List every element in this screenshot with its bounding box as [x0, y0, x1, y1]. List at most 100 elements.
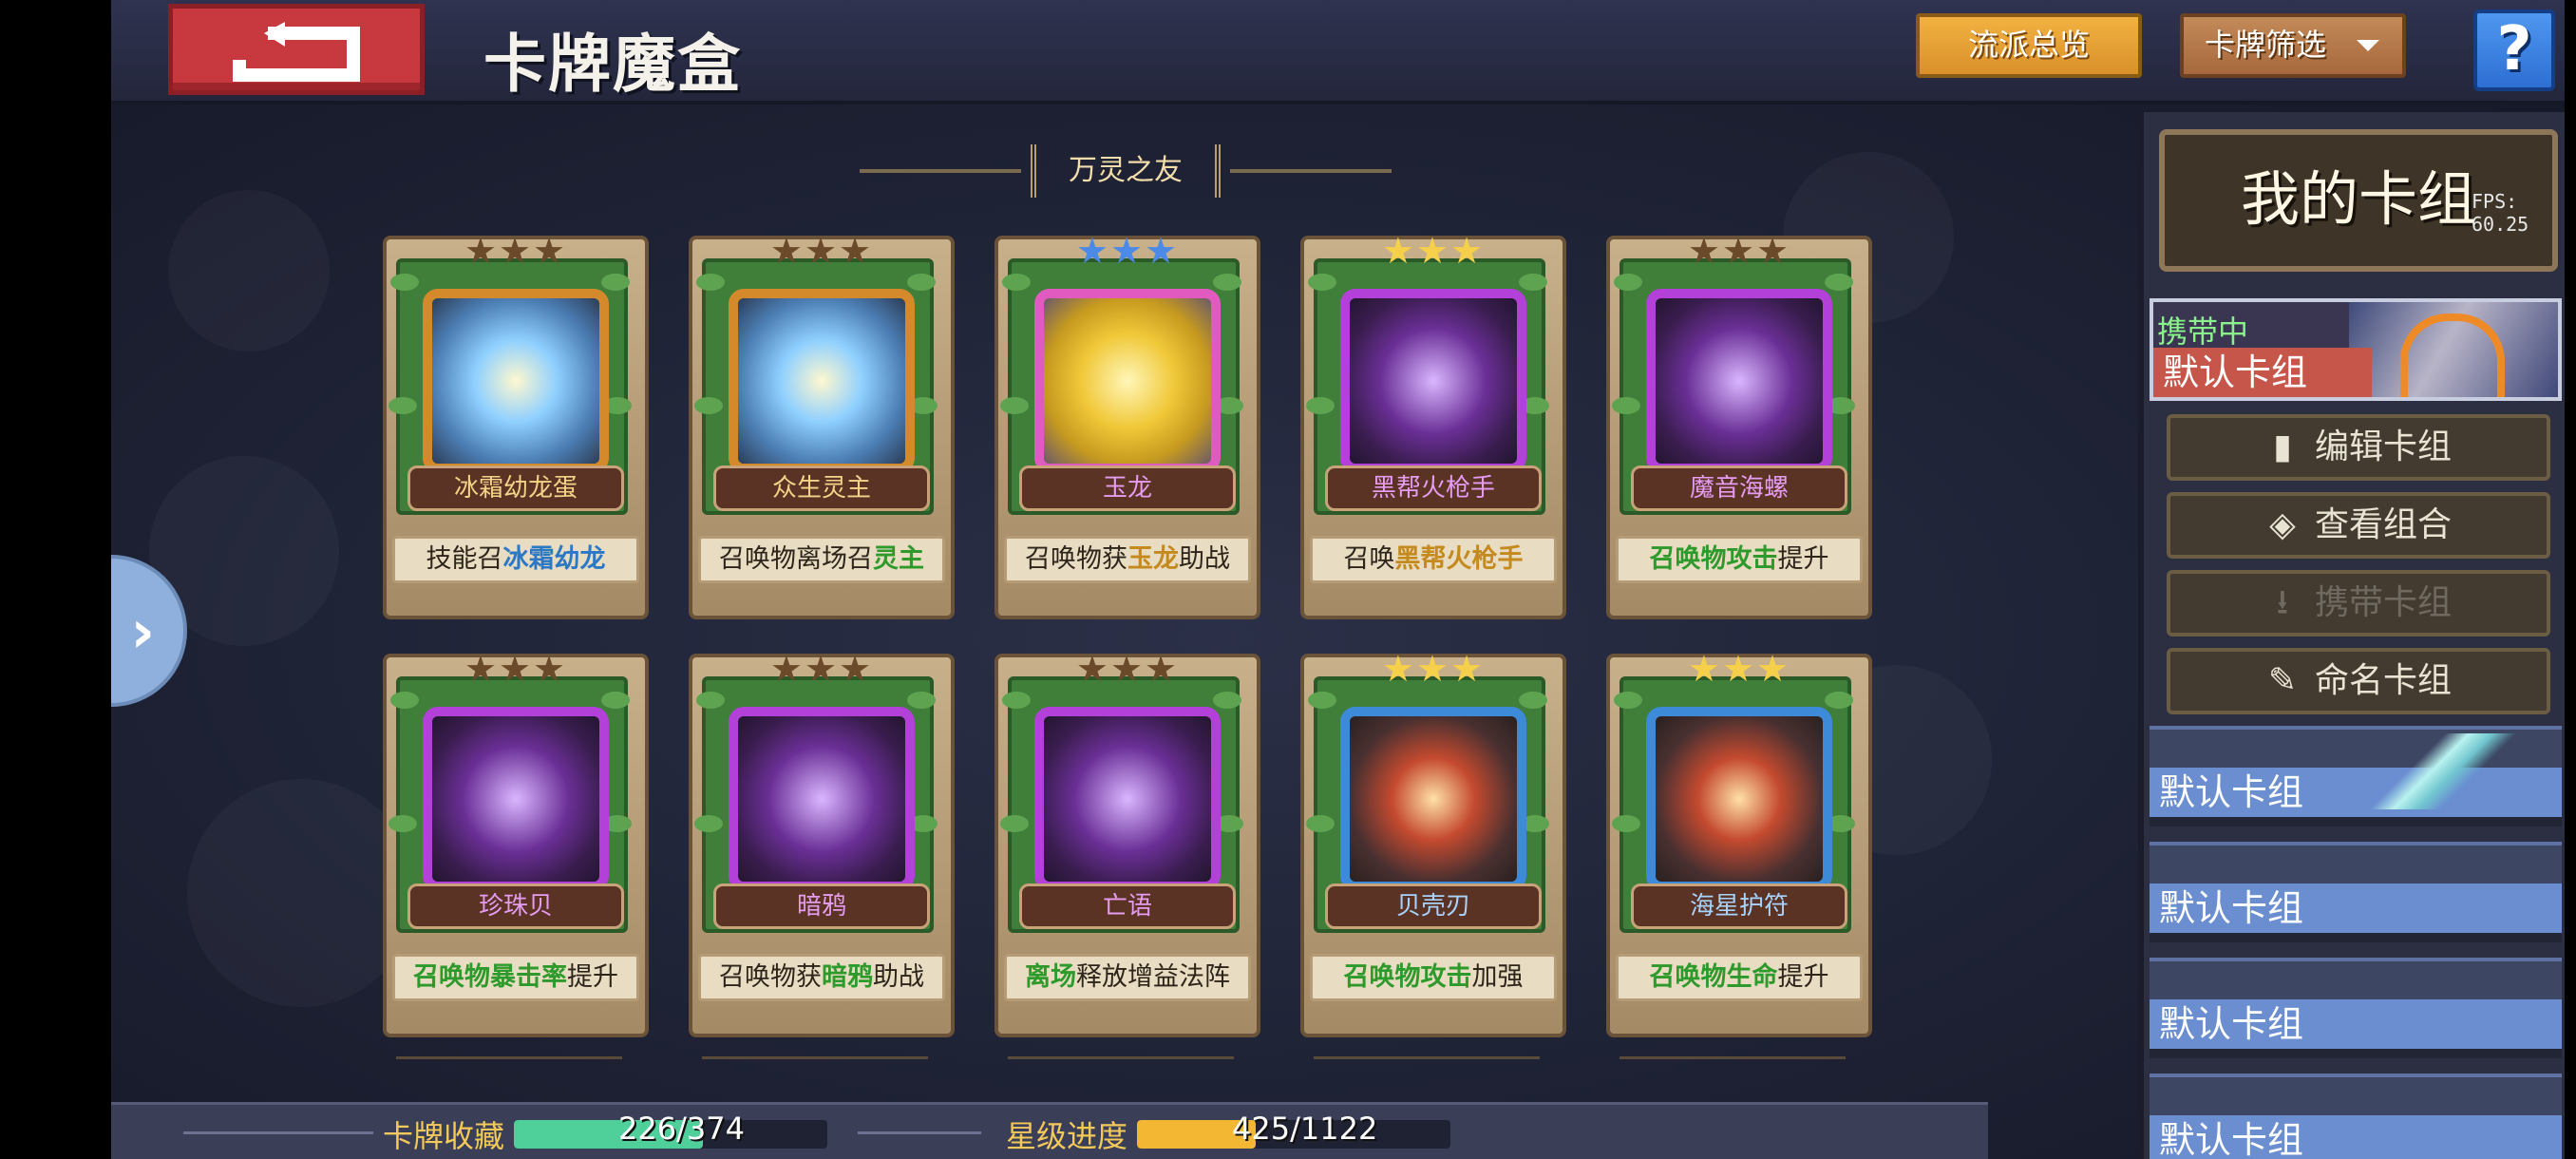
card-art — [1340, 707, 1526, 891]
card-description-segment: 召唤物 — [413, 962, 490, 992]
deck-slot-2[interactable]: 默认卡组 — [2150, 842, 2562, 942]
leaf-decoration-icon — [390, 274, 419, 291]
card-description-segment: 助战 — [873, 962, 924, 992]
card-description-segment: 提升 — [567, 962, 618, 992]
carrying-badge: 携带中 — [2157, 314, 2249, 350]
deck-slot-header — [2150, 958, 2562, 999]
card-description: 离场释放增益法阵 — [1004, 954, 1251, 1001]
deck-panel: 我的卡组 携带中 默认卡组 ▮ 编辑卡组 ◈ 查看组合 ⭳ 携带卡组 ✎ 命名卡组 默认… — [2138, 112, 2565, 1159]
deck-slot-4[interactable]: 默认卡组 — [2150, 1074, 2562, 1159]
rename-deck-button[interactable]: ✎ 命名卡组 — [2167, 648, 2550, 714]
card-description-segment: 离场 — [1025, 962, 1076, 992]
card-item[interactable]: ★★★ 海星护符 召唤物生命提升 — [1606, 648, 1872, 1037]
leaf-decoration-icon — [1825, 692, 1853, 709]
flow-overview-button[interactable]: 流派总览 — [1916, 13, 2142, 78]
carry-deck-button[interactable]: ⭳ 携带卡组 — [2167, 570, 2550, 636]
leaf-decoration-icon — [907, 692, 936, 709]
card-portrait-icon — [1656, 716, 1823, 882]
card-item[interactable]: ★★★ 黑帮火枪手 召唤黑帮火枪手 — [1300, 230, 1566, 619]
star-progress-label: 星级进度 — [1006, 1118, 1128, 1154]
help-button[interactable]: ? — [2473, 10, 2555, 91]
view-combo-button[interactable]: ◈ 查看组合 — [2167, 492, 2550, 559]
card-description-segment: 攻击 — [1726, 544, 1778, 574]
carry-deck-label: 携带卡组 — [2314, 583, 2452, 622]
leaf-decoration-icon — [694, 397, 723, 414]
card-art — [729, 289, 915, 473]
card-stars: ★★★ — [1381, 230, 1486, 272]
card-stars: ★★★ — [1687, 230, 1791, 272]
card-item[interactable]: ★★★ 珍珠贝 召唤物暴击率提升 — [383, 651, 649, 1037]
deck-slot-name: 默认卡组 — [2150, 884, 2562, 933]
rename-deck-label: 命名卡组 — [2314, 661, 2452, 700]
leaf-decoration-icon — [694, 815, 723, 832]
card-filter-dropdown[interactable]: 卡牌筛选 — [2180, 13, 2406, 78]
background-ghost-icon — [187, 779, 415, 1007]
leaf-decoration-icon — [907, 274, 936, 291]
card-portrait-icon — [1350, 716, 1517, 882]
divider — [1230, 169, 1392, 173]
card-art — [1646, 289, 1832, 473]
card-description-segment: 提升 — [1777, 544, 1829, 574]
card-description-segment: 冰霜幼龙 — [502, 544, 606, 574]
card-item[interactable]: ★★★ 亡语 离场释放增益法阵 — [994, 651, 1260, 1037]
card-item[interactable]: ★★★ 冰霜幼龙蛋 技能召冰霜幼龙 — [383, 233, 649, 619]
leaf-decoration-icon — [1213, 692, 1241, 709]
card-name: 珍珠贝 — [407, 884, 624, 929]
card-description: 召唤物获玉龙助战 — [1004, 536, 1251, 583]
card-description: 召唤黑帮火枪手 — [1310, 536, 1557, 583]
card-description-segment: 技能召 — [426, 544, 503, 574]
leaf-decoration-icon — [388, 397, 417, 414]
leaf-decoration-icon — [390, 692, 419, 709]
card-stars: ★★★ — [1687, 648, 1791, 690]
card-description: 技能召冰霜幼龙 — [392, 536, 639, 583]
leaf-decoration-icon — [388, 815, 417, 832]
card-description-segment: 召唤物获 — [1025, 544, 1127, 574]
card-description: 召唤物暴击率提升 — [392, 954, 639, 1001]
card-description-segment: 召唤物 — [1649, 962, 1727, 992]
card-art — [1646, 707, 1832, 891]
leaf-decoration-icon — [1308, 692, 1336, 709]
card-item[interactable]: ★★★ 贝壳刃 召唤物攻击加强 — [1300, 648, 1566, 1037]
active-deck[interactable]: 携带中 默认卡组 — [2150, 298, 2562, 401]
back-button[interactable] — [168, 4, 425, 95]
card-description-segment: 攻击 — [1420, 962, 1472, 992]
card-art — [1034, 707, 1221, 891]
back-arrow-icon — [233, 22, 360, 82]
edit-deck-label: 编辑卡组 — [2314, 428, 2452, 466]
leaf-decoration-icon — [1614, 692, 1642, 709]
card-peek — [396, 1056, 622, 1075]
leaf-decoration-icon — [1002, 274, 1031, 291]
leaf-decoration-icon — [1000, 397, 1029, 414]
card-stars: ★★★ — [1381, 648, 1486, 690]
card-item[interactable]: ★★★ 暗鸦 召唤物获暗鸦助战 — [689, 651, 955, 1037]
card-portrait-icon — [432, 716, 599, 882]
card-description-segment: 助战 — [1179, 544, 1230, 574]
card-portrait-icon — [738, 716, 905, 882]
card-art — [423, 707, 609, 891]
deck-slot-1[interactable]: 默认卡组 — [2150, 726, 2562, 826]
leaf-decoration-icon — [696, 692, 725, 709]
deck-slot-3[interactable]: 默认卡组 — [2150, 958, 2562, 1058]
card-description-segment: 加强 — [1471, 962, 1524, 992]
card-grid: ★★★ 冰霜幼龙蛋 技能召冰霜幼龙 ★★★ 众生灵主 召唤物离场召灵主 ★★★ 玉龙召唤物获玉… — [383, 230, 1998, 1091]
card-description-segment: 召唤 — [1343, 544, 1395, 574]
card-item[interactable]: ★★★ 玉龙 召唤物获玉龙助战 — [994, 233, 1260, 619]
page-title: 卡牌魔盒 — [483, 28, 742, 101]
card-description-segment: 召唤物离场召 — [719, 544, 873, 574]
edit-deck-button[interactable]: ▮ 编辑卡组 — [2167, 414, 2550, 481]
top-bar: 卡牌魔盒 流派总览 卡牌筛选 ? — [111, 0, 2565, 104]
deck-slot-name: 默认卡组 — [2150, 1115, 2562, 1159]
card-description-segment: 释放增益法阵 — [1076, 962, 1230, 992]
leaf-decoration-icon — [1306, 815, 1335, 832]
active-deck-name: 默认卡组 — [2153, 348, 2372, 397]
card-portrait-icon — [1350, 298, 1517, 464]
card-name: 玉龙 — [1019, 466, 1236, 511]
card-art — [729, 707, 915, 891]
card-description-segment: 召唤物 — [1649, 544, 1727, 574]
deck-slot-header — [2150, 842, 2562, 884]
divider — [860, 169, 1021, 173]
card-item[interactable]: ★★★ 魔音海螺 召唤物攻击提升 — [1606, 230, 1872, 619]
card-description: 召唤物离场召灵主 — [698, 536, 945, 583]
card-description-segment: 召唤物 — [1343, 962, 1421, 992]
card-item[interactable]: ★★★ 众生灵主 召唤物离场召灵主 — [689, 233, 955, 619]
